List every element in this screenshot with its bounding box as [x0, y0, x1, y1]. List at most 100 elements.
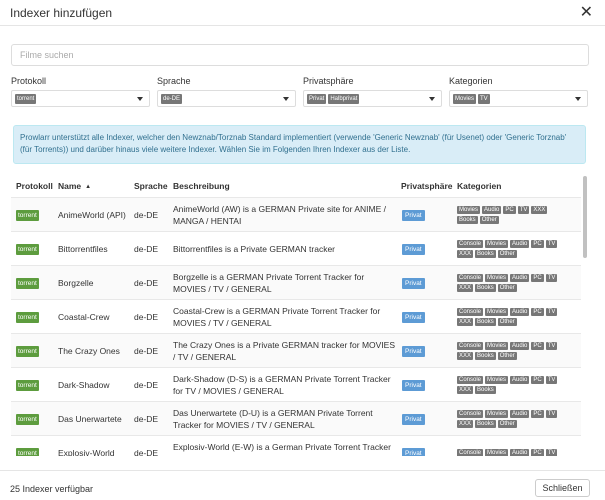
category-badge: Other	[497, 420, 517, 428]
indexer-count: 25 Indexer verfügbar	[10, 484, 94, 494]
privacy-badge: Privat	[402, 345, 425, 357]
table-row[interactable]: torrent Explosiv-World de-DE Explosiv-World…	[11, 435, 581, 456]
categories-cell: Console Movies Audio PC TV XXX Books Other	[457, 334, 569, 368]
table-row[interactable]: torrent The Crazy Ones de-DE The Crazy Ones…	[11, 333, 581, 367]
name-cell: Das Unerwartete	[58, 414, 122, 424]
name-cell: The Crazy Ones	[58, 346, 120, 356]
privacy-badge: Privat	[402, 209, 425, 221]
table-row[interactable]: torrent AnimeWorld (API) de-DE AnimeWorld (…	[11, 197, 581, 231]
selected-chip: de-DE	[161, 93, 183, 104]
name-cell: Bittorrentfiles	[58, 244, 108, 254]
scrollbar[interactable]	[583, 176, 587, 258]
category-badge: Movies	[485, 342, 509, 350]
protocol-badge: torrent	[16, 209, 39, 221]
name-cell: Borgzelle	[58, 278, 94, 288]
category-badge: TV	[545, 376, 558, 384]
protocol-cell: torrent	[16, 402, 39, 436]
privacy-badge: Privat	[402, 311, 425, 323]
category-badge: Console	[457, 240, 484, 248]
categories-cell: Movies Audio PC TV XXX Books Other	[457, 198, 569, 232]
category-badge: XXX	[457, 250, 474, 258]
name-cell: Dark-Shadow	[58, 380, 110, 390]
category-badge: Console	[457, 274, 484, 282]
category-badge: Books	[475, 352, 496, 360]
category-badge: Books	[475, 386, 496, 394]
filter-label-privatsphaere: Privatsphäre	[303, 76, 354, 86]
category-badge: XXX	[457, 352, 474, 360]
table-row[interactable]: torrent Bittorrentfiles de-DE Bittorrentfil…	[11, 231, 581, 265]
category-badge: Audio	[510, 410, 530, 418]
table-row[interactable]: torrent Das Unerwartete de-DE Das Unerwarte…	[11, 401, 581, 435]
description-cell: Borgzelle is a GERMAN Private Torrent Tr…	[173, 272, 365, 294]
table-row[interactable]: torrent Dark-Shadow de-DE Dark-Shadow (D-S)…	[11, 367, 581, 401]
indexer-table-body: torrent AnimeWorld (API) de-DE AnimeWorld (…	[11, 197, 581, 456]
category-badge: Console	[457, 410, 484, 418]
protocol-cell: torrent	[16, 334, 39, 368]
privacy-cell: Privat	[402, 198, 425, 232]
category-badge: TV	[545, 308, 558, 316]
selected-chip: Movies	[453, 93, 477, 104]
category-badge: PC	[531, 240, 544, 248]
category-badge: Books	[475, 318, 496, 326]
category-badge: Movies	[485, 274, 509, 282]
language-cell: de-DE	[134, 278, 159, 288]
category-badge: Audio	[510, 449, 530, 456]
privacy-cell: Privat	[402, 232, 425, 266]
category-badge: Other	[497, 284, 517, 292]
column-header-sprache[interactable]: Sprache	[134, 181, 168, 191]
info-alert: Prowlarr unterstützt alle Indexer, welch…	[13, 125, 586, 164]
table-row[interactable]: torrent Borgzelle de-DE Borgzelle is a GERM…	[11, 265, 581, 299]
category-badge: Movies	[485, 376, 509, 384]
category-badge: Books	[475, 284, 496, 292]
selected-chip: torrent	[15, 93, 37, 104]
protocol-select[interactable]: torrent	[11, 90, 150, 107]
language-cell: de-DE	[134, 244, 159, 254]
privacy-select[interactable]: Privat Halbprivat	[303, 90, 442, 107]
category-badge: Other	[497, 318, 517, 326]
categories-cell: Console Movies Audio PC TV XXX Books Other	[457, 266, 569, 300]
category-badge: Audio	[510, 342, 530, 350]
close-icon[interactable]: ✕	[580, 2, 593, 22]
category-badge: XXX	[531, 206, 548, 214]
category-badge: Console	[457, 449, 484, 456]
category-badge: Audio	[510, 274, 530, 282]
categories-cell: Console Movies Audio PC TV XXX Books Other	[457, 402, 569, 436]
privacy-cell: Privat	[402, 300, 425, 334]
chevron-down-icon	[283, 97, 289, 101]
protocol-badge: torrent	[16, 447, 39, 456]
column-header-name[interactable]: Name ▲	[58, 181, 91, 191]
category-badge: PC	[531, 376, 544, 384]
column-header-beschreibung[interactable]: Beschreibung	[173, 181, 230, 191]
category-badge: Console	[457, 308, 484, 316]
category-badge: TV	[545, 342, 558, 350]
dialog-title: Indexer hinzufügen	[10, 6, 113, 20]
privacy-cell: Privat	[402, 402, 425, 436]
category-badge: Movies	[457, 206, 481, 214]
categories-cell: Console Movies Audio PC TV XXX Books Other	[457, 232, 569, 266]
table-row[interactable]: torrent Coastal-Crew de-DE Coastal-Crew is …	[11, 299, 581, 333]
category-badge: Audio	[510, 308, 530, 316]
column-header-protokoll[interactable]: Protokoll	[16, 181, 53, 191]
column-header-kategorien[interactable]: Kategorien	[457, 181, 501, 191]
category-badge: Books	[475, 250, 496, 258]
column-header-privatsphaere[interactable]: Privatsphäre	[401, 181, 453, 191]
filter-label-protokoll: Protokoll	[11, 76, 47, 86]
privacy-badge: Privat	[402, 379, 425, 391]
sort-ascending-icon: ▲	[85, 184, 92, 190]
category-badge: Other	[479, 216, 499, 224]
privacy-cell: Privat	[402, 368, 425, 402]
privacy-badge: Privat	[402, 277, 425, 289]
filter-label-kategorien: Kategorien	[449, 76, 493, 86]
category-badge: Movies	[485, 449, 509, 456]
protocol-cell: torrent	[16, 368, 39, 402]
protocol-badge: torrent	[16, 345, 39, 357]
language-select[interactable]: de-DE	[157, 90, 296, 107]
close-button[interactable]: Schließen	[535, 479, 590, 497]
category-badge: Console	[457, 376, 484, 384]
dialog-header: Indexer hinzufügen ✕	[0, 0, 605, 26]
protocol-badge: torrent	[16, 243, 39, 255]
search-input[interactable]	[11, 44, 589, 66]
category-badge: Movies	[485, 410, 509, 418]
categories-select[interactable]: Movies TV	[449, 90, 588, 107]
description-cell: The Crazy Ones is a Private GERMAN track…	[173, 340, 396, 362]
